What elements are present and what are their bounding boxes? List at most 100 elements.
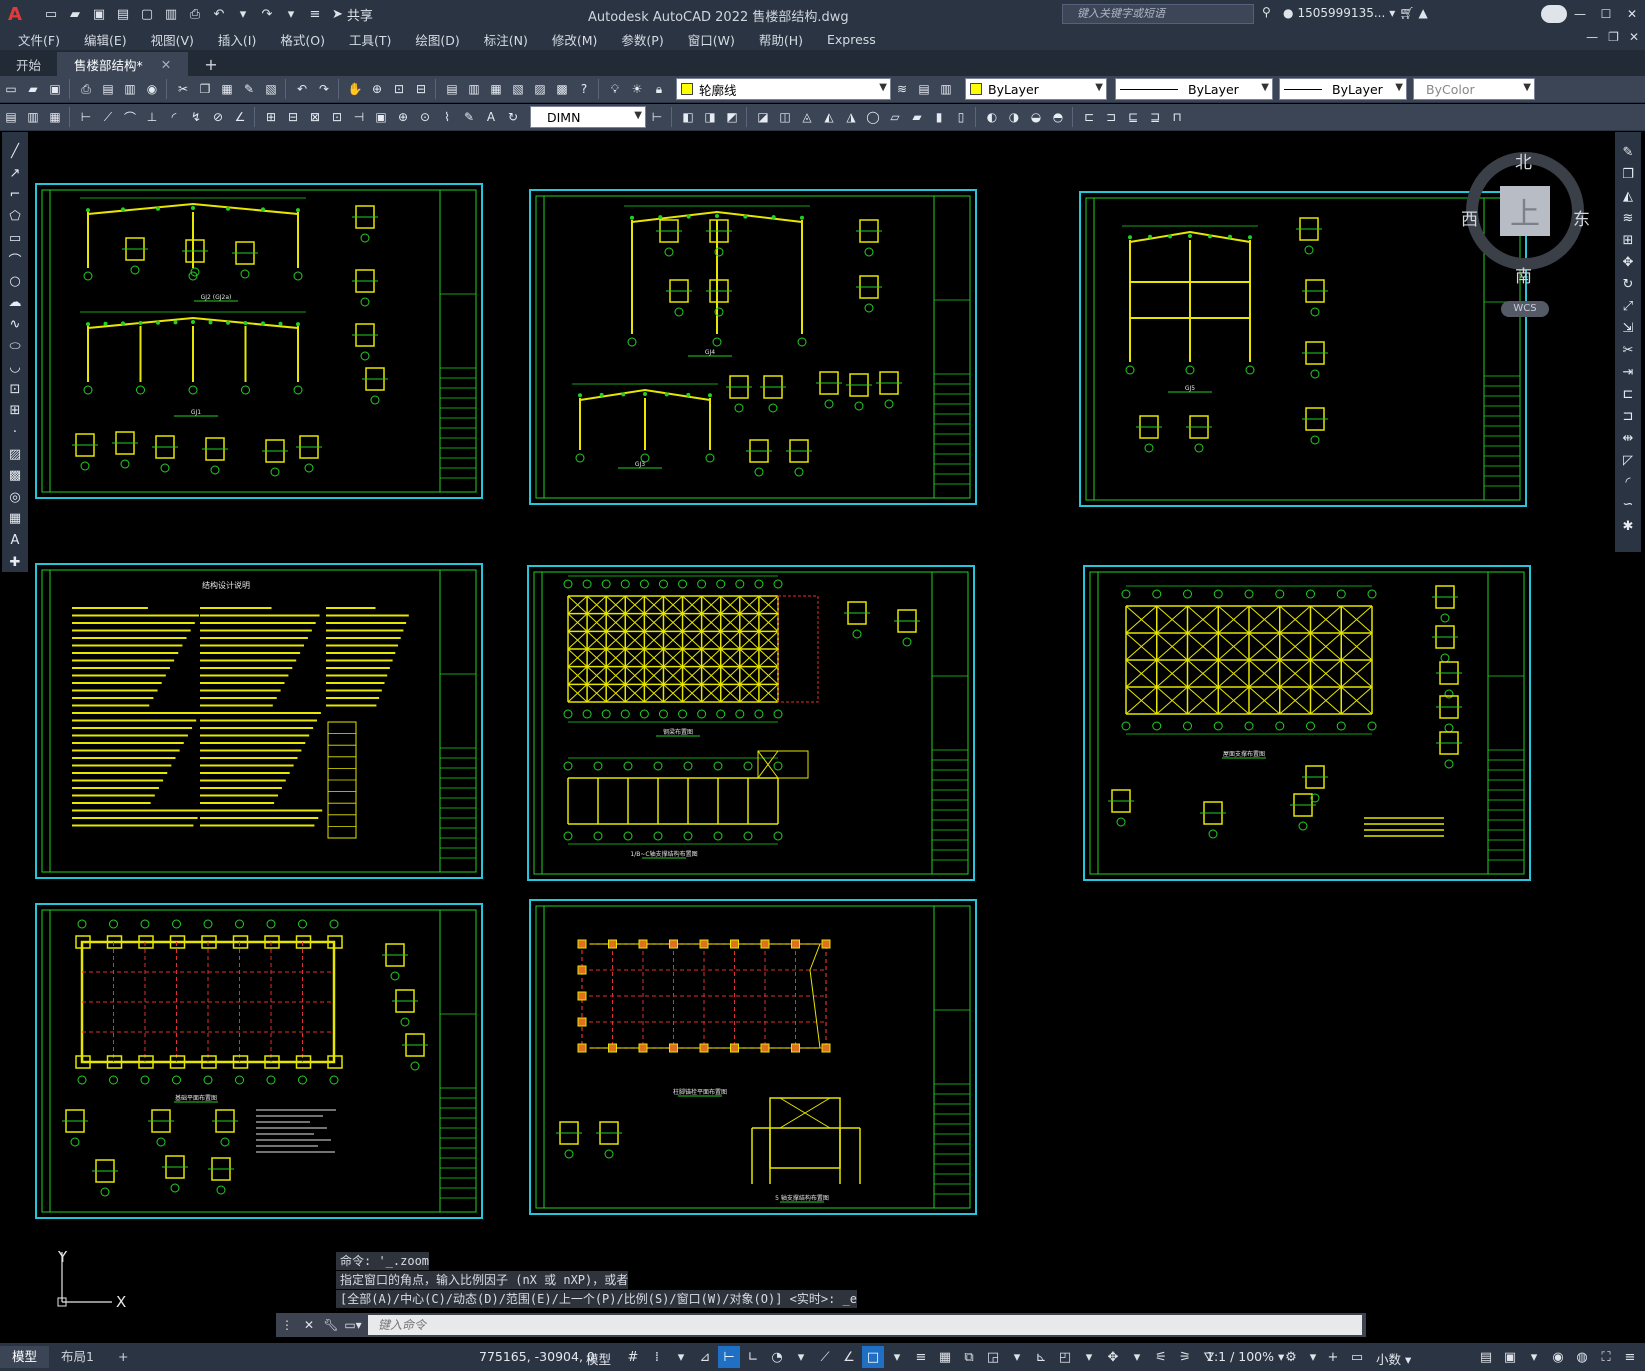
ucs-world-icon[interactable]: ⊐ bbox=[1101, 107, 1121, 127]
close-tab-icon[interactable]: ✕ bbox=[161, 57, 171, 72]
chamfer-icon[interactable]: ◸ bbox=[1618, 450, 1638, 470]
drawing-canvas[interactable]: GJ2 (GJ2a) GJ1 GJ4 GJ3 GJ5 结构设计说明 钢梁布置图 1/B~C轴支… bbox=[30, 132, 1612, 1342]
save-web-icon[interactable]: ▥ bbox=[160, 4, 182, 24]
linear-dim-icon[interactable]: ⊢ bbox=[76, 107, 96, 127]
drawing-sheet[interactable]: 柱脚锚栓平面布置图 5 轴支撑结构布置图 bbox=[529, 899, 977, 1215]
diameter-dim-icon[interactable]: ⊘ bbox=[208, 107, 228, 127]
annotation-visibility-icon[interactable]: ⚟ bbox=[1150, 1346, 1172, 1368]
properties-icon[interactable]: ▤ bbox=[442, 79, 462, 99]
table-style-icon[interactable]: ▦ bbox=[45, 107, 65, 127]
clean-screen-icon[interactable]: ⛶ bbox=[1595, 1346, 1617, 1368]
undo-icon[interactable]: ↶ bbox=[208, 4, 230, 24]
sweep-icon[interactable]: ◬ bbox=[797, 107, 817, 127]
mirror-icon[interactable]: ◭ bbox=[1618, 186, 1638, 206]
dim-style-manager-icon[interactable]: ⊢ bbox=[647, 107, 667, 127]
filter-dropdown-icon[interactable]: ▾ bbox=[1078, 1346, 1100, 1368]
presspull-icon[interactable]: ◮ bbox=[841, 107, 861, 127]
section-icon[interactable]: ▮ bbox=[929, 107, 949, 127]
dim-break-icon[interactable]: ⊣ bbox=[349, 107, 369, 127]
plot-preview-icon[interactable]: ▤ bbox=[98, 79, 118, 99]
ortho-icon[interactable]: ∟ bbox=[742, 1346, 764, 1368]
redo-icon[interactable]: ↷ bbox=[314, 79, 334, 99]
gizmo-dropdown-icon[interactable]: ▾ bbox=[1126, 1346, 1148, 1368]
paste-icon[interactable]: ▦ bbox=[217, 79, 237, 99]
drawing-sheet[interactable]: GJ4 GJ3 bbox=[529, 189, 977, 505]
viewcube-top-face[interactable]: 上 bbox=[1500, 186, 1550, 236]
rotate-icon[interactable]: ↻ bbox=[1618, 274, 1638, 294]
layer-previous-icon[interactable]: ▥ bbox=[936, 79, 956, 99]
menu-item[interactable]: Express bbox=[827, 32, 876, 47]
drawing-sheet[interactable]: GJ2 (GJ2a) GJ1 bbox=[35, 183, 483, 499]
line-icon[interactable]: ╱ bbox=[5, 142, 25, 162]
customization-icon[interactable]: ≡ bbox=[1619, 1346, 1641, 1368]
menu-item[interactable]: 视图(V) bbox=[151, 30, 194, 49]
revolve-icon[interactable]: ◫ bbox=[775, 107, 795, 127]
ordinate-dim-icon[interactable]: ⊥ bbox=[142, 107, 162, 127]
move-icon[interactable]: ✥ bbox=[1618, 252, 1638, 272]
recent-commands-icon[interactable]: ▭▾ bbox=[342, 1318, 364, 1332]
new-icon[interactable]: ▭ bbox=[1, 79, 21, 99]
isolate-objects-icon[interactable]: ◉ bbox=[1547, 1346, 1569, 1368]
shade-icon[interactable]: ◐ bbox=[982, 107, 1002, 127]
dynamic-input-icon[interactable]: ⊢ bbox=[718, 1346, 740, 1368]
zoom-previous-icon[interactable]: ⊟ bbox=[411, 79, 431, 99]
trim-icon[interactable]: ✂ bbox=[1618, 340, 1638, 360]
zoom-window-icon[interactable]: ⊡ bbox=[389, 79, 409, 99]
object-snap-icon[interactable]: □ bbox=[862, 1346, 884, 1368]
cut-icon[interactable]: ✂ bbox=[173, 79, 193, 99]
search-icon[interactable]: ⚲ bbox=[1262, 5, 1271, 19]
break-point-icon[interactable]: ⊏ bbox=[1618, 384, 1638, 404]
publish-icon[interactable]: ▥ bbox=[120, 79, 140, 99]
plot-icon[interactable]: ⎙ bbox=[76, 79, 96, 99]
ucs-object-icon[interactable]: ⊓ bbox=[1167, 107, 1187, 127]
block-editor-icon[interactable]: ▧ bbox=[261, 79, 281, 99]
fillet-icon[interactable]: ◜ bbox=[1618, 472, 1638, 492]
markup-icon[interactable]: ▨ bbox=[530, 79, 550, 99]
polar-tracking-icon[interactable]: ◔ bbox=[766, 1346, 788, 1368]
close-doc-icon[interactable]: ✕ bbox=[1629, 30, 1639, 44]
linetype-dropdown[interactable]: ByLayer ▼ bbox=[1115, 78, 1273, 100]
menu-item[interactable]: 修改(M) bbox=[552, 30, 598, 49]
workspace-dropdown-icon[interactable]: ▾ bbox=[1302, 1346, 1324, 1368]
open-folder-icon[interactable]: ▰ bbox=[64, 4, 86, 24]
save-icon[interactable]: ▣ bbox=[45, 79, 65, 99]
undo-dropdown-icon[interactable]: ▾ bbox=[232, 4, 254, 24]
ucs-previous-icon[interactable]: ⊑ bbox=[1123, 107, 1143, 127]
hatch-icon[interactable]: ▨ bbox=[5, 444, 25, 464]
redo-icon[interactable]: ↷ bbox=[256, 4, 278, 24]
point-icon[interactable]: · bbox=[5, 423, 25, 443]
share-button[interactable]: ➤ 共享 bbox=[332, 5, 373, 24]
design-center-icon[interactable]: ▥ bbox=[464, 79, 484, 99]
menu-item[interactable]: 标注(N) bbox=[484, 30, 528, 49]
workspace-icon[interactable]: ▤ bbox=[1, 107, 21, 127]
materials-icon[interactable]: ◒ bbox=[1026, 107, 1046, 127]
arc-length-icon[interactable]: ⌒ bbox=[120, 107, 140, 127]
tab-start[interactable]: 开始 bbox=[0, 52, 59, 76]
slice-icon[interactable]: ◯ bbox=[863, 107, 883, 127]
jogged-linear-icon[interactable]: ⌇ bbox=[437, 107, 457, 127]
3d-osnap-dropdown-icon[interactable]: ▾ bbox=[1006, 1346, 1028, 1368]
ucs-icon[interactable]: ⊏ bbox=[1079, 107, 1099, 127]
dim-edit-icon[interactable]: ✎ bbox=[459, 107, 479, 127]
copy-icon[interactable]: ❐ bbox=[195, 79, 215, 99]
compass-south[interactable]: 南 bbox=[1515, 262, 1532, 287]
wedge-icon[interactable]: ◨ bbox=[700, 107, 720, 127]
break-icon[interactable]: ⊐ bbox=[1618, 406, 1638, 426]
offset-icon[interactable]: ≋ bbox=[1618, 208, 1638, 228]
dynamic-ucs-icon[interactable]: ⊾ bbox=[1030, 1346, 1052, 1368]
annotation-scale-dropdown[interactable]: 1:1 / 100% ▾ bbox=[1206, 1349, 1284, 1364]
color-dropdown[interactable]: ByLayer ▼ bbox=[965, 78, 1107, 100]
compass-east[interactable]: 东 bbox=[1573, 205, 1590, 230]
lock-ui-icon[interactable]: ▣ bbox=[1499, 1346, 1521, 1368]
radius-dim-icon[interactable]: ◜ bbox=[164, 107, 184, 127]
quick-dim-icon[interactable]: ⊞ bbox=[261, 107, 281, 127]
selection-filter-icon[interactable]: ◰ bbox=[1054, 1346, 1076, 1368]
redo-dropdown-icon[interactable]: ▾ bbox=[280, 4, 302, 24]
a360-icon[interactable]: ▲ bbox=[1419, 6, 1428, 20]
zoom-realtime-icon[interactable]: ⊕ bbox=[367, 79, 387, 99]
search-input[interactable]: 键入关键字或短语 bbox=[1062, 4, 1254, 24]
autocad-logo[interactable]: A bbox=[0, 0, 30, 28]
auto-scale-icon[interactable]: ⚞ bbox=[1174, 1346, 1196, 1368]
menu-item[interactable]: 格式(O) bbox=[280, 30, 325, 49]
gizmo-icon[interactable]: ✥ bbox=[1102, 1346, 1124, 1368]
